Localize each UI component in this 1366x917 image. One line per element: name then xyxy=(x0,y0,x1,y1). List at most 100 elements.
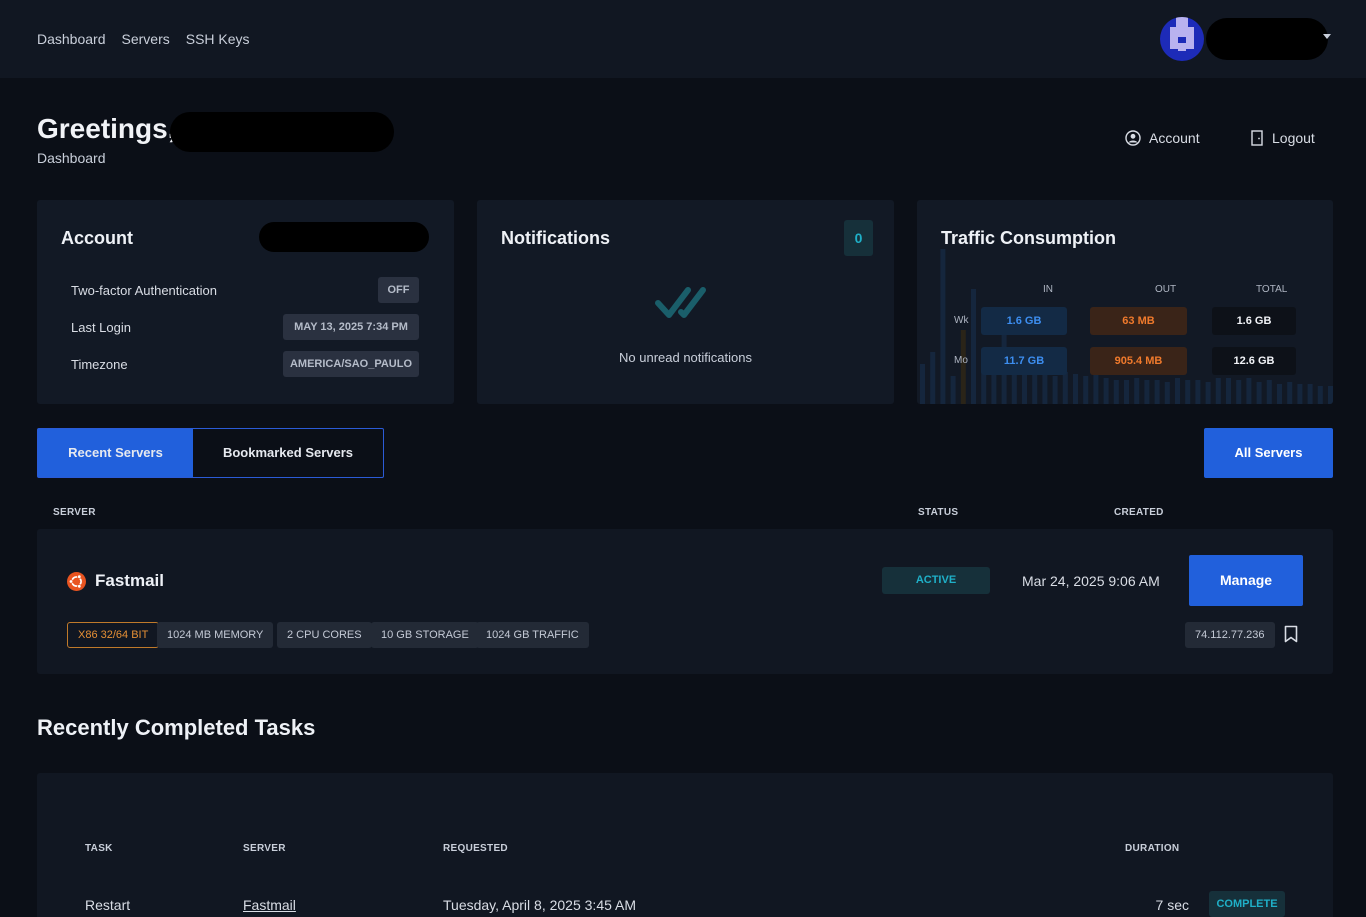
traffic-row-month-label: Mo xyxy=(954,355,968,366)
traffic-bg-bar xyxy=(1052,376,1058,404)
account-card-title: Account xyxy=(61,228,133,248)
traffic-week-out: 63 MB xyxy=(1090,307,1187,335)
top-nav: Dashboard Servers SSH Keys xyxy=(0,0,1366,78)
logout-link[interactable]: Logout xyxy=(1250,130,1315,146)
spec-memory-badge: 1024 MB MEMORY xyxy=(157,622,274,648)
status-badge: ACTIVE xyxy=(882,567,990,594)
manage-button[interactable]: Manage xyxy=(1189,555,1303,606)
traffic-bg-bar xyxy=(1328,386,1333,404)
traffic-bg-bar xyxy=(1083,376,1089,404)
traffic-bg-bar xyxy=(1307,384,1313,404)
spec-traffic-badge: 1024 GB TRAFFIC xyxy=(476,622,589,648)
page-title: Greetings, xyxy=(37,113,176,144)
traffic-bg-bar xyxy=(950,376,956,404)
traffic-bg-bar xyxy=(1134,378,1140,404)
tasks-col-requested: REQUESTED xyxy=(443,843,508,854)
traffic-bg-bar xyxy=(1113,380,1119,404)
nav-link-dashboard[interactable]: Dashboard xyxy=(37,31,106,47)
spec-cpu-badge: 2 CPU CORES xyxy=(277,622,372,648)
traffic-col-in: IN xyxy=(1043,284,1053,295)
traffic-bg-bar xyxy=(1073,374,1078,404)
traffic-bg-bar xyxy=(1042,374,1048,404)
nav-links: Dashboard Servers SSH Keys xyxy=(37,31,250,47)
traffic-bg-bar xyxy=(1093,374,1099,404)
nav-link-servers[interactable]: Servers xyxy=(122,31,170,47)
redacted-account-id xyxy=(259,222,429,252)
tasks-col-task: TASK xyxy=(85,843,113,854)
task-duration: 7 sec xyxy=(1155,897,1189,913)
traffic-bg-bar xyxy=(1226,378,1231,404)
task-requested-date: Tuesday, April 8, 2025 3:45 AM xyxy=(443,897,637,913)
two-factor-label: Two-factor Authentication xyxy=(71,283,217,298)
traffic-bg-bar xyxy=(1022,370,1027,404)
traffic-bg-bar xyxy=(1124,380,1129,404)
spec-arch-badge: X86 32/64 BIT xyxy=(67,622,160,648)
traffic-card: Traffic Consumption IN OUT TOTAL Wk 1.6 … xyxy=(917,200,1333,404)
all-servers-button[interactable]: All Servers xyxy=(1204,428,1333,478)
identicon-icon xyxy=(1170,17,1194,51)
bookmark-icon[interactable] xyxy=(1284,625,1298,643)
traffic-bg-bar xyxy=(930,352,936,404)
traffic-week-in: 1.6 GB xyxy=(981,307,1067,335)
traffic-bg-bar xyxy=(1103,378,1109,404)
no-notifications-text: No unread notifications xyxy=(619,350,752,365)
traffic-week-total: 1.6 GB xyxy=(1212,307,1296,335)
traffic-bg-bar xyxy=(1164,382,1170,404)
last-login-value: MAY 13, 2025 7:34 PM xyxy=(283,314,419,340)
traffic-month-in: 11.7 GB xyxy=(981,347,1067,375)
traffic-card-title: Traffic Consumption xyxy=(941,228,1116,248)
logout-link-label: Logout xyxy=(1272,130,1315,146)
ubuntu-icon xyxy=(67,572,86,591)
traffic-bg-bar xyxy=(1195,380,1201,404)
traffic-bg-bar xyxy=(971,289,976,404)
tab-recent-servers[interactable]: Recent Servers xyxy=(38,429,193,477)
traffic-bg-bar xyxy=(1277,384,1282,404)
traffic-bg-bar xyxy=(940,249,946,404)
redacted-username xyxy=(1206,18,1328,60)
tasks-col-duration: DURATION xyxy=(1125,843,1180,854)
traffic-bg-bar xyxy=(1246,378,1252,404)
server-ip-badge: 74.112.77.236 xyxy=(1185,622,1275,648)
col-header-server: SERVER xyxy=(53,507,96,518)
traffic-bg-bar xyxy=(1256,382,1262,404)
nav-link-ssh-keys[interactable]: SSH Keys xyxy=(186,31,250,47)
traffic-bg-bar xyxy=(960,330,966,404)
task-server-link[interactable]: Fastmail xyxy=(243,897,296,913)
traffic-bg-bar xyxy=(1236,380,1242,404)
account-link[interactable]: Account xyxy=(1125,130,1200,146)
notifications-card: Notifications 0 No unread notifications xyxy=(477,200,894,404)
server-tabs: Recent Servers Bookmarked Servers xyxy=(37,428,384,478)
traffic-bg-bar xyxy=(920,364,925,404)
traffic-bg-bar xyxy=(1062,372,1068,404)
task-status-badge: COMPLETE xyxy=(1209,891,1285,917)
server-name[interactable]: Fastmail xyxy=(95,571,164,591)
traffic-bg-bar xyxy=(1287,382,1293,404)
page-subtitle: Dashboard xyxy=(37,150,106,166)
tasks-card: TASK SERVER REQUESTED DURATION Restart F… xyxy=(37,773,1333,917)
tasks-col-server: SERVER xyxy=(243,843,286,854)
task-name: Restart xyxy=(85,897,131,913)
traffic-bg-bar xyxy=(1175,378,1180,404)
chevron-down-icon[interactable] xyxy=(1323,34,1331,39)
traffic-bg-bar xyxy=(1154,380,1160,404)
user-avatar[interactable] xyxy=(1160,17,1204,61)
door-icon xyxy=(1251,130,1263,146)
timezone-label: Timezone xyxy=(71,357,128,372)
notification-count-badge: 0 xyxy=(844,220,873,256)
col-header-status: STATUS xyxy=(918,507,959,518)
server-created-date: Mar 24, 2025 9:06 AM xyxy=(1022,573,1160,589)
timezone-value: AMERICA/SAO_PAULO xyxy=(283,351,419,377)
redacted-name xyxy=(170,112,394,152)
double-check-icon xyxy=(655,287,706,318)
traffic-col-out: OUT xyxy=(1155,284,1177,295)
tasks-section-title: Recently Completed Tasks xyxy=(37,715,316,740)
traffic-bg-bar xyxy=(1266,380,1272,404)
traffic-bg-bar xyxy=(1215,378,1221,404)
traffic-month-total: 12.6 GB xyxy=(1212,347,1296,375)
tab-bookmarked-servers[interactable]: Bookmarked Servers xyxy=(193,429,383,477)
account-card: Account Two-factor Authentication OFF La… xyxy=(37,200,454,404)
last-login-label: Last Login xyxy=(71,320,131,335)
traffic-row-week-label: Wk xyxy=(954,315,969,326)
spec-storage-badge: 10 GB STORAGE xyxy=(371,622,479,648)
account-link-label: Account xyxy=(1149,130,1200,146)
